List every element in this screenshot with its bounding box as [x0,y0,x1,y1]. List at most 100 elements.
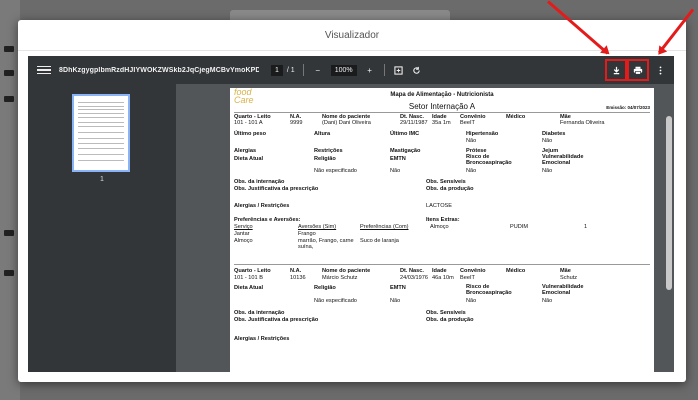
field-value: Não [466,168,477,174]
alergias-label: Alergias / Restrições [234,336,290,342]
pref-cell: Almoço [234,238,253,244]
header-cell: N.A. [290,268,302,274]
obs-producao: Obs. da produção [426,317,474,323]
field-value: Não [390,298,401,304]
obs-sensiveis: Obs. Sensíveis [426,179,466,185]
field-label: Restrições [314,148,343,154]
fit-page-icon[interactable] [393,64,405,76]
field-label: Hipertensão [466,131,499,137]
extra-cell: 1 [584,224,588,230]
row-cell: 10136 [290,275,306,281]
obs-justificativa: Obs. Justificativa da prescrição [234,317,319,323]
zoom-controls: − 100% + [312,64,376,76]
row-cell: 29/11/1987 [400,120,428,126]
document-title: Mapa de Alimentação - Nutricionista [390,92,494,98]
field-value: Não [542,168,553,174]
obs-internacao: Obs. da internação [234,179,285,185]
field-label: Vulnerabilidade Emocional [542,154,584,166]
field-label: Religião [314,285,336,291]
row-cell: (Dani) Dani Oliveira [322,120,371,126]
print-button[interactable] [627,59,649,81]
row-cell: 101 - 101 A [234,120,263,126]
header-cell: Nome do paciente [322,268,371,274]
obs-sensiveis: Obs. Sensíveis [426,310,466,316]
field-label: Diabetes [542,131,566,137]
modal-title: Visualizador [324,29,380,41]
toolbar-divider [383,64,385,76]
row-cell: BeeIT [460,275,475,281]
field-value: Não especificado [314,298,357,304]
header-cell: Médico [506,114,526,120]
field-label: Vulnerabilidade Emocional [542,284,584,296]
extra-cell: Almoço [430,224,449,230]
field-label: Mastigação [390,148,421,154]
row-cell: 9999 [290,120,303,126]
document-date: Emissão: 04/07/2023 [606,105,650,110]
field-label: Dieta Atual [234,156,264,162]
thumbnail-sidebar: 1 [28,84,176,372]
alergias-label: Alergias / Restrições [234,203,290,209]
row-cell: 101 - 101 B [234,275,263,281]
row-cell: BeeIT [460,120,475,126]
field-value: Não [542,298,553,304]
header-cell: Quarto - Leito [234,268,271,274]
zoom-in-button[interactable]: + [364,64,376,76]
field-label: Alergias [234,148,257,154]
page-thumbnail[interactable] [72,94,130,172]
row-cell: Schutz [560,275,578,281]
zoom-input[interactable]: 100% [330,64,357,76]
header-cell: Convênio [460,268,486,274]
preferences-label: Preferências e Aversões: [234,217,301,223]
page-number-input[interactable]: 1 [271,64,283,76]
field-label: Último IMC [390,131,420,137]
header-cell: Mãe [560,268,571,274]
row-cell: Fernanda Oliveira [560,120,605,126]
field-label: Risco de Broncoaspiração [466,284,512,296]
pref-col: Aversões (Sim) [298,224,337,230]
thumbnail-page-number: 1 [100,176,104,183]
obs-producao: Obs. da produção [426,186,474,192]
pdf-filename: 8DhKzgygpIbmRzdHJIYWOKZWSkb2JqCjegMCBvYm… [59,66,259,74]
pdf-viewer: 8DhKzgygpIbmRzdHJIYWOKZWSkb2JqCjegMCBvYm… [28,56,674,372]
field-value: Não [390,168,401,174]
pref-cell: Jantar [234,231,250,237]
divider [234,112,650,113]
menu-icon[interactable] [37,66,51,74]
field-value: Não [542,138,553,144]
extras-label: Itens Extras: [426,217,460,223]
field-label: Último peso [234,131,267,137]
obs-internacao: Obs. da internação [234,310,285,316]
more-options-icon[interactable] [652,62,668,78]
pdf-page: food Care Mapa de Alimentação - Nutricion… [230,88,654,372]
toolbar-divider [302,64,304,76]
rotate-icon[interactable] [411,64,423,76]
divider [234,264,650,265]
header-cell: Dt. Nasc. [400,268,424,274]
row-cell: 46a 10m [432,275,454,281]
document-area[interactable]: food Care Mapa de Alimentação - Nutricion… [176,84,674,372]
pref-col: Serviço [234,224,253,230]
alergias-value: LACTOSE [426,203,453,209]
pref-cell: marrão, Frango, carne suína, [298,238,354,250]
field-label: EMTN [390,156,406,162]
background-sidebar [0,0,20,400]
field-value: Não especificado [314,168,357,174]
page-total: / 1 [286,66,295,74]
field-label: Religião [314,156,336,162]
row-cell: 35a 1m [432,120,451,126]
download-button[interactable] [605,59,627,81]
obs-justificativa: Obs. Justificativa da prescrição [234,186,319,192]
document-sector: Setor Internação A [408,102,476,111]
print-icon [633,66,643,75]
pref-cell: Suco de laranja [360,238,399,244]
field-value: Não [466,138,477,144]
header-cell: Médico [506,268,526,274]
field-label: Dieta Atual [234,285,264,291]
row-cell: 24/03/1976 [400,275,428,281]
row-cell: Márcio Schutz [322,275,358,281]
zoom-out-button[interactable]: − [312,64,324,76]
field-label: Altura [314,131,331,137]
pref-col: Preferências (Com) [360,224,409,230]
toolbar-actions [605,56,668,84]
document-scrollbar[interactable] [666,116,672,290]
